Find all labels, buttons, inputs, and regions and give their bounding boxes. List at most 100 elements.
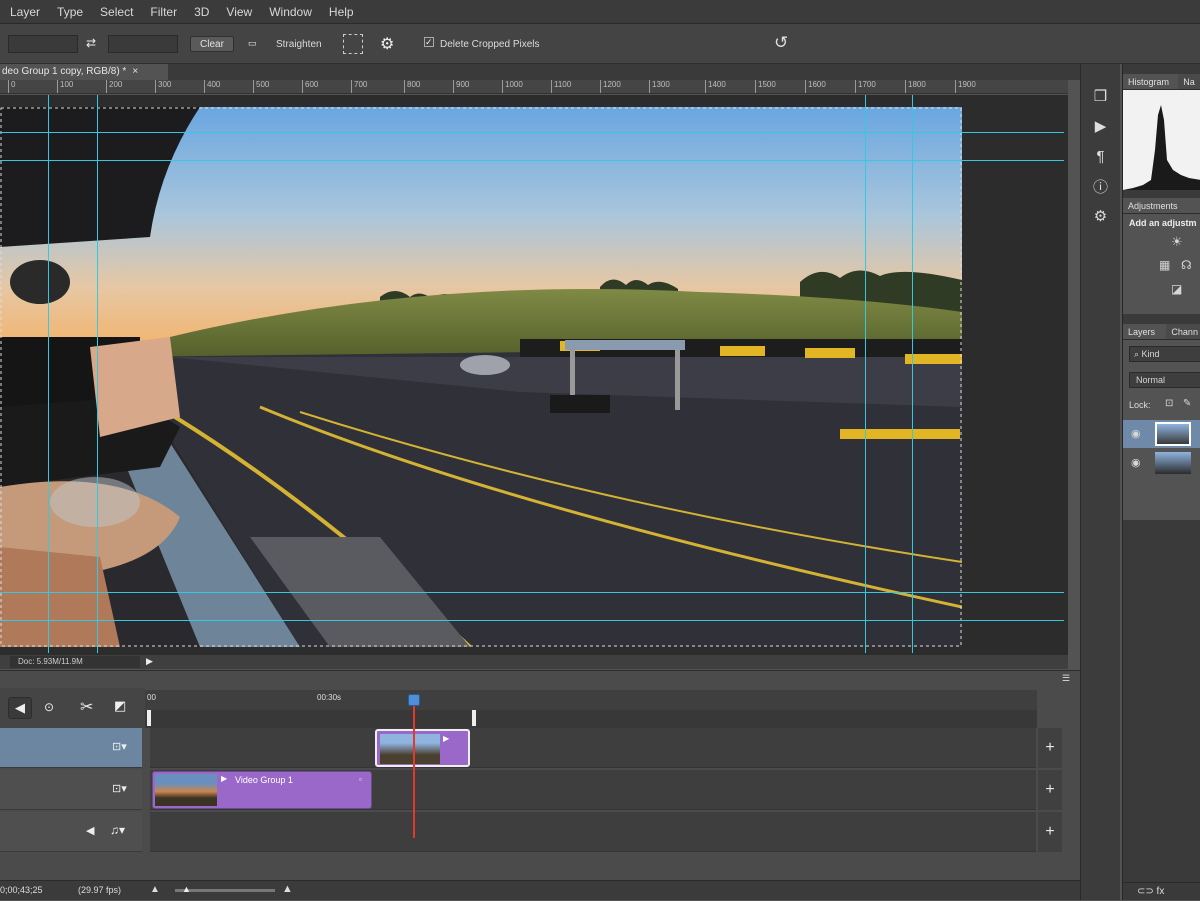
status-bar: Doc: 5.93M/11.9M ▶ (0, 655, 1068, 669)
width-field[interactable] (8, 35, 78, 53)
ruler-tick: 1900 (955, 80, 976, 93)
tab-navigator[interactable]: Na (1178, 74, 1200, 90)
menu-filter[interactable]: Filter (150, 5, 177, 19)
track-body[interactable] (150, 728, 1036, 768)
guide-vertical[interactable] (48, 95, 49, 653)
tab-layers[interactable]: Layers (1123, 324, 1167, 340)
height-field[interactable] (108, 35, 178, 53)
info-icon[interactable]: ⓘ (1089, 174, 1113, 198)
canvas-area[interactable] (0, 95, 1068, 655)
guide-horizontal[interactable] (0, 592, 1064, 593)
menu-help[interactable]: Help (329, 5, 354, 19)
reset-icon[interactable]: ↺ (774, 33, 788, 53)
menu-select[interactable]: Select (100, 5, 133, 19)
properties-icon[interactable]: ⚙ (1089, 204, 1113, 228)
clip-label: Video Group 1 (235, 775, 293, 785)
zoom-in-icon[interactable]: ▲ (282, 883, 293, 895)
playhead-line[interactable] (413, 700, 415, 838)
swap-icon[interactable]: ⇄ (86, 36, 96, 50)
playhead-handle[interactable] (408, 694, 420, 706)
work-area-end-handle[interactable] (472, 710, 476, 726)
speaker-icon[interactable]: ◀ (86, 824, 94, 837)
visibility-eye-icon[interactable]: ◉ (1131, 427, 1141, 440)
tab-channels[interactable]: Chann (1166, 324, 1200, 340)
guide-vertical[interactable] (865, 95, 866, 653)
brightness-icon[interactable]: ☀ (1171, 234, 1183, 250)
video-clip[interactable]: ▶ Video Group 1 ▫ (152, 771, 372, 809)
actions-play-icon[interactable]: ▶ (1089, 114, 1113, 138)
visibility-eye-icon[interactable]: ◉ (1131, 456, 1141, 469)
add-audio-button[interactable]: + (1038, 812, 1062, 852)
blend-mode-select[interactable]: Normal (1129, 372, 1200, 388)
video-clip-selected[interactable]: ▶ (375, 729, 470, 767)
guide-vertical[interactable] (97, 95, 98, 653)
transition-icon[interactable]: ◩ (114, 698, 126, 714)
delete-cropped-label: Delete Cropped Pixels (440, 39, 540, 50)
histogram-panel (1123, 90, 1200, 190)
track-options-icon[interactable]: ⊡▾ (112, 740, 127, 753)
status-menu-arrow-icon[interactable]: ▶ (146, 656, 153, 667)
guide-horizontal[interactable] (0, 620, 1064, 621)
audio-settings-icon[interactable]: ⊙ (44, 700, 54, 714)
straighten-icon[interactable]: ▭ (248, 38, 257, 49)
zoom-slider-handle[interactable]: ▲ (182, 884, 191, 894)
work-area-start-handle[interactable] (147, 710, 151, 726)
menu-view[interactable]: View (226, 5, 252, 19)
current-timecode: 0;00;43;25 (0, 885, 43, 895)
guide-vertical[interactable] (912, 95, 913, 653)
split-scissors-icon[interactable]: ✂ (80, 697, 93, 717)
histogram-graph (1123, 90, 1200, 190)
timeline-footer: 0;00;43;25 (29.97 fps) ▲ ▲ ▲ (0, 880, 1080, 900)
layers-footer: ⊂⊃ fx (1123, 882, 1200, 900)
photo-filter-icon[interactable]: ◪ (1171, 282, 1182, 296)
tab-adjustments[interactable]: Adjustments (1123, 198, 1200, 214)
tab-histogram[interactable]: Histogram (1123, 74, 1179, 90)
menu-type[interactable]: Type (57, 5, 83, 19)
menu-layer[interactable]: Layer (10, 5, 40, 19)
curves-icon[interactable]: ☊ (1181, 258, 1192, 272)
delete-cropped-checkbox[interactable]: ✓ (424, 37, 434, 47)
music-note-icon[interactable]: ♫▾ (110, 823, 125, 837)
add-media-button[interactable]: + (1038, 770, 1062, 810)
grid-overlay-icon[interactable] (343, 34, 363, 54)
lock-brush-icon[interactable]: ✎ (1183, 398, 1191, 409)
mute-audio-button[interactable]: ◀ (8, 697, 32, 719)
clip-thumbnail (155, 774, 217, 806)
zoom-out-icon[interactable]: ▲ (150, 884, 160, 895)
guide-horizontal[interactable] (0, 160, 1064, 161)
track-header-video-group-copy[interactable]: ⊡▾ (0, 728, 142, 768)
layers-panel: ⌕ Kind Normal Lock: ⊡ ✎ ◉ ◉ (1123, 340, 1200, 520)
menu-3d[interactable]: 3D (194, 5, 209, 19)
levels-icon[interactable]: ▦ (1159, 258, 1170, 272)
doc-size-readout[interactable]: Doc: 5.93M/11.9M (10, 656, 140, 668)
ruler-tick: 100 (57, 80, 73, 93)
straighten-label[interactable]: Straighten (276, 39, 322, 50)
track-header-video-group-1[interactable]: ⊡▾ (0, 770, 142, 810)
close-tab-icon[interactable]: × (132, 66, 138, 77)
link-layers-icon[interactable]: ⊂⊃ (1137, 886, 1154, 897)
paragraph-icon[interactable]: ¶ (1089, 144, 1113, 168)
work-area-bar[interactable] (145, 710, 1037, 728)
timeline-ruler[interactable]: 00 00:30s (145, 690, 1037, 728)
fx-icon[interactable]: fx (1157, 886, 1165, 897)
guide-horizontal[interactable] (0, 132, 1064, 133)
menu-window[interactable]: Window (269, 5, 312, 19)
history-icon[interactable]: ❒ (1089, 84, 1113, 108)
ruler-tick: 800 (404, 80, 420, 93)
clear-button[interactable]: Clear (190, 36, 234, 52)
clip-menu-icon[interactable]: ▫ (359, 775, 362, 784)
lock-pixels-icon[interactable]: ⊡ (1165, 398, 1173, 409)
audio-track-body[interactable] (150, 812, 1036, 852)
layer-filter-kind[interactable]: ⌕ Kind (1129, 346, 1200, 362)
clip-thumbnail (380, 734, 440, 764)
layer-thumbnail (1155, 452, 1191, 474)
document-tab[interactable]: deo Group 1 copy, RGB/8) * × (0, 64, 168, 80)
add-media-button[interactable]: + (1038, 728, 1062, 768)
ruler-tick: 600 (302, 80, 318, 93)
gear-icon[interactable]: ⚙ (380, 34, 394, 54)
timeline-menu-icon[interactable]: ☰ (1062, 673, 1076, 683)
right-panel-dock: Histogram Na Adjustments Add an adjustm … (1122, 64, 1200, 900)
speaker-icon: ◀ (15, 700, 25, 715)
track-options-icon[interactable]: ⊡▾ (112, 782, 127, 795)
track-header-audio[interactable]: ◀ ♫▾ (0, 812, 142, 852)
